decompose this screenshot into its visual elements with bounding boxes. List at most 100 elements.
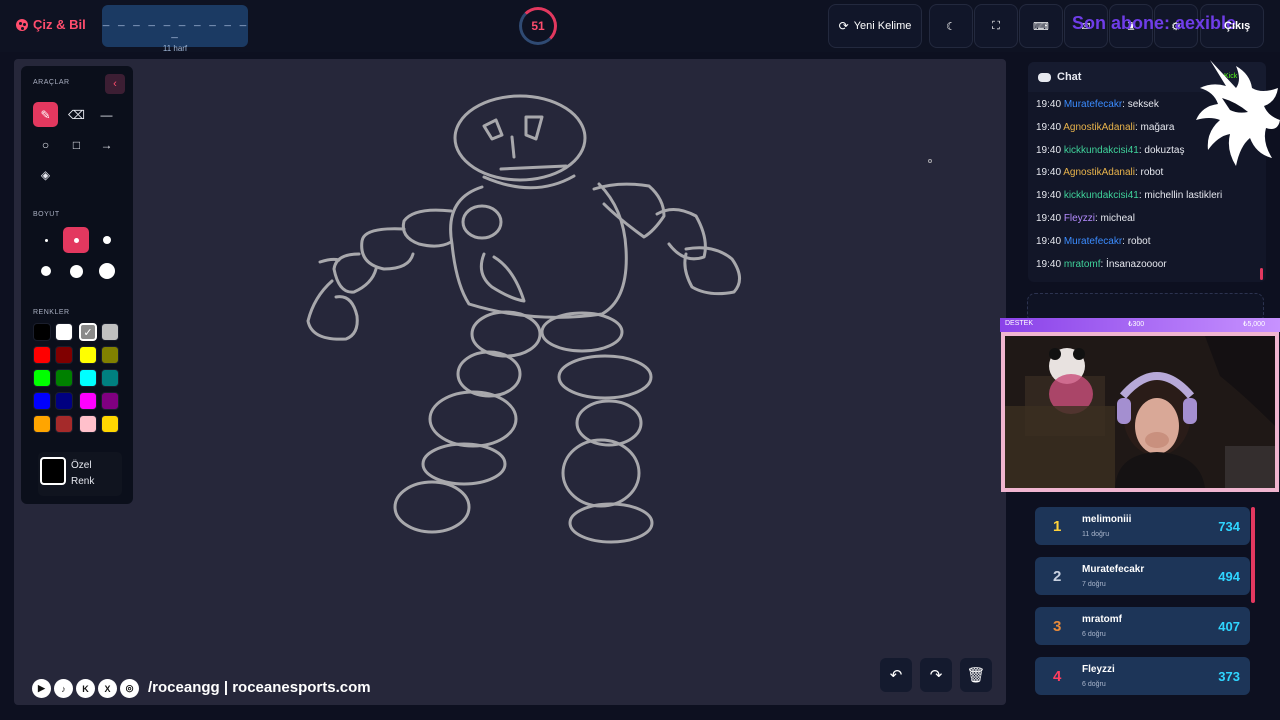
leaderboard-score: 407 (1218, 619, 1240, 634)
color-swatch[interactable] (33, 323, 51, 341)
chat-time: 19:40 (1036, 121, 1062, 133)
new-word-button[interactable]: ⟳ Yeni Kelime (828, 4, 922, 48)
leaderboard-row: 3 mratomf 6 doğru 407 (1035, 607, 1250, 645)
chat-username[interactable]: kickkundakcisi41 (1064, 145, 1139, 156)
webcam-overlay (1001, 332, 1279, 492)
theme-toggle-button[interactable]: ☾ (929, 4, 973, 48)
color-swatch[interactable] (79, 346, 97, 364)
leaderboard-rank: 2 (1053, 568, 1062, 585)
custom-color-label: Özel Renk (71, 460, 95, 487)
color-swatch[interactable] (33, 369, 51, 387)
arrow-right-icon: → (100, 137, 113, 152)
chat-text: : İnsanazoooor (1100, 258, 1167, 270)
circle-tool-button[interactable]: ○ (33, 132, 58, 157)
chat-username[interactable]: AgnostikAdanali (1063, 167, 1135, 178)
color-swatch[interactable] (101, 323, 119, 341)
redo-icon: ↷ (929, 667, 943, 684)
chat-username[interactable]: kickkundakcisi41 (1064, 190, 1139, 201)
word-mask: _ _ _ _ _ _ _ _ _ _ _ (102, 17, 248, 41)
chat-username[interactable]: Muratefecakr (1064, 236, 1122, 247)
colors-section-title: RENKLER (33, 309, 70, 316)
size-1-button[interactable] (33, 227, 59, 253)
size-5-button[interactable] (63, 258, 89, 284)
fill-tool-button[interactable]: ◈ (33, 162, 58, 187)
size-4-button[interactable] (33, 258, 59, 284)
color-swatch[interactable] (101, 346, 119, 364)
size-dot (73, 237, 79, 243)
paint-bucket-icon: ◈ (40, 167, 51, 182)
eraser-tool-button[interactable]: ⌫ (64, 102, 89, 127)
color-swatch[interactable] (55, 415, 73, 433)
color-swatch[interactable] (79, 392, 97, 410)
leaderboard-row: 4 Fleyzzi 6 doğru 373 (1035, 657, 1250, 695)
chat-username[interactable]: mratomf (1064, 259, 1101, 270)
circle-icon: ○ (41, 137, 50, 152)
chat-time: 19:40 (1036, 212, 1062, 224)
app-logo: Çiz & Bil (16, 17, 86, 32)
size-3-button[interactable] (94, 227, 120, 253)
brush-tool-button[interactable]: ✎ (33, 102, 58, 127)
color-swatch[interactable] (55, 323, 73, 341)
size-6-button[interactable] (94, 258, 120, 284)
size-dot (41, 266, 51, 276)
trash-icon: 🗑 (966, 667, 986, 684)
color-swatch[interactable] (55, 369, 73, 387)
chat-bubble-icon (1038, 72, 1051, 82)
youtube-icon: ▶ (32, 679, 51, 698)
color-swatch[interactable] (33, 346, 51, 364)
size-2-button[interactable] (63, 227, 89, 253)
chat-username[interactable]: Muratefecakr (1064, 99, 1122, 110)
social-handles: /roceangg | roceanesports.com (148, 679, 371, 696)
arrow-tool-button[interactable]: → (94, 132, 119, 157)
fullscreen-icon: ⛶ (992, 19, 1000, 32)
chevron-left-icon: ‹ (113, 78, 117, 90)
leaderboard-scrollbar[interactable] (1251, 507, 1255, 603)
leaderboard-score: 373 (1218, 669, 1240, 684)
rectangle-icon: □ (72, 137, 81, 152)
chat-message: 19:40 mratomf: İnsanazoooor (1036, 254, 1258, 277)
chat-text: : michellin lastikleri (1138, 190, 1223, 202)
robot-drawing (306, 94, 932, 544)
color-swatch[interactable] (79, 415, 97, 433)
line-tool-button[interactable]: — (94, 102, 119, 127)
clear-canvas-button[interactable]: 🗑 (960, 658, 992, 692)
size-dot (99, 263, 115, 279)
leaderboard-row: 1 melimoniii 11 doğru 734 (1035, 507, 1250, 545)
rectangle-tool-button[interactable]: □ (64, 132, 89, 157)
chat-message: 19:40 kickkundakcisi41: michellin lastik… (1036, 185, 1258, 208)
support-goal: ₺5,000 (1243, 321, 1265, 328)
color-swatch[interactable] (101, 415, 119, 433)
check-icon: ✓ (83, 326, 93, 339)
color-swatch[interactable]: ✓ (79, 323, 97, 341)
color-swatch[interactable] (79, 369, 97, 387)
size-dot (69, 264, 83, 278)
drawing-canvas[interactable] (14, 59, 1006, 705)
word-letter-count: 11 harf (162, 44, 188, 53)
new-word-label: Yeni Kelime (853, 20, 912, 32)
leaderboard-correct-count: 7 doğru (1082, 581, 1106, 588)
chat-username[interactable]: AgnostikAdanali (1063, 122, 1135, 133)
refresh-icon: ⟳ (838, 19, 849, 33)
chat-username[interactable]: Fleyzzi (1064, 213, 1095, 224)
chat-scrollbar[interactable] (1260, 268, 1263, 280)
leaderboard-score: 734 (1218, 519, 1240, 534)
color-swatch[interactable] (55, 346, 73, 364)
leaderboard-rank: 1 (1053, 518, 1062, 535)
color-swatch[interactable] (33, 415, 51, 433)
redo-button[interactable]: ↷ (920, 658, 952, 692)
chat-time: 19:40 (1036, 235, 1062, 247)
size-dot (103, 236, 111, 244)
fullscreen-button[interactable]: ⛶ (974, 4, 1018, 48)
color-swatch[interactable] (33, 392, 51, 410)
chat-time: 19:40 (1036, 258, 1062, 270)
color-swatch[interactable] (101, 392, 119, 410)
custom-color-button[interactable]: Özel Renk (38, 452, 122, 496)
keyboard-button[interactable]: ⌨ (1019, 4, 1063, 48)
color-swatch[interactable] (55, 392, 73, 410)
chat-text: : robot (1122, 235, 1151, 247)
leaderboard-player-name: Fleyzzi (1082, 664, 1115, 675)
color-swatch[interactable] (101, 369, 119, 387)
undo-button[interactable]: ↶ (880, 658, 912, 692)
collapse-panel-button[interactable]: ‹ (105, 74, 125, 94)
leaderboard-score: 494 (1218, 569, 1240, 584)
